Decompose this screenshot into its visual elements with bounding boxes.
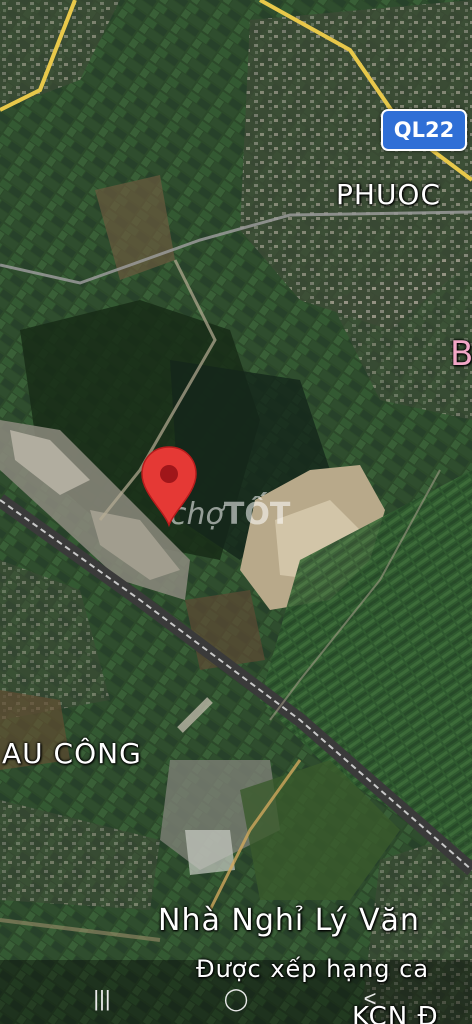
- place-label-phuoc[interactable]: PHUOC: [336, 178, 441, 211]
- recents-button[interactable]: |||: [82, 983, 122, 1015]
- road-shield-ql22[interactable]: QL22: [381, 109, 467, 151]
- place-label-b[interactable]: B: [450, 334, 472, 374]
- watermark-suffix: TỐT: [223, 497, 291, 532]
- map-view[interactable]: QL22 PHUOC B AU CÔNG Nhà Nghỉ Lý Văn Đượ…: [0, 0, 472, 1024]
- place-label-nha-nghi[interactable]: Nhà Nghỉ Lý Văn: [158, 903, 420, 938]
- place-label-au-cong[interactable]: AU CÔNG: [2, 737, 142, 770]
- back-button[interactable]: <: [350, 983, 390, 1015]
- system-navigation-bar: ||| ◯ <: [0, 975, 472, 1024]
- location-pin-icon[interactable]: [140, 445, 198, 527]
- home-button[interactable]: ◯: [216, 983, 256, 1015]
